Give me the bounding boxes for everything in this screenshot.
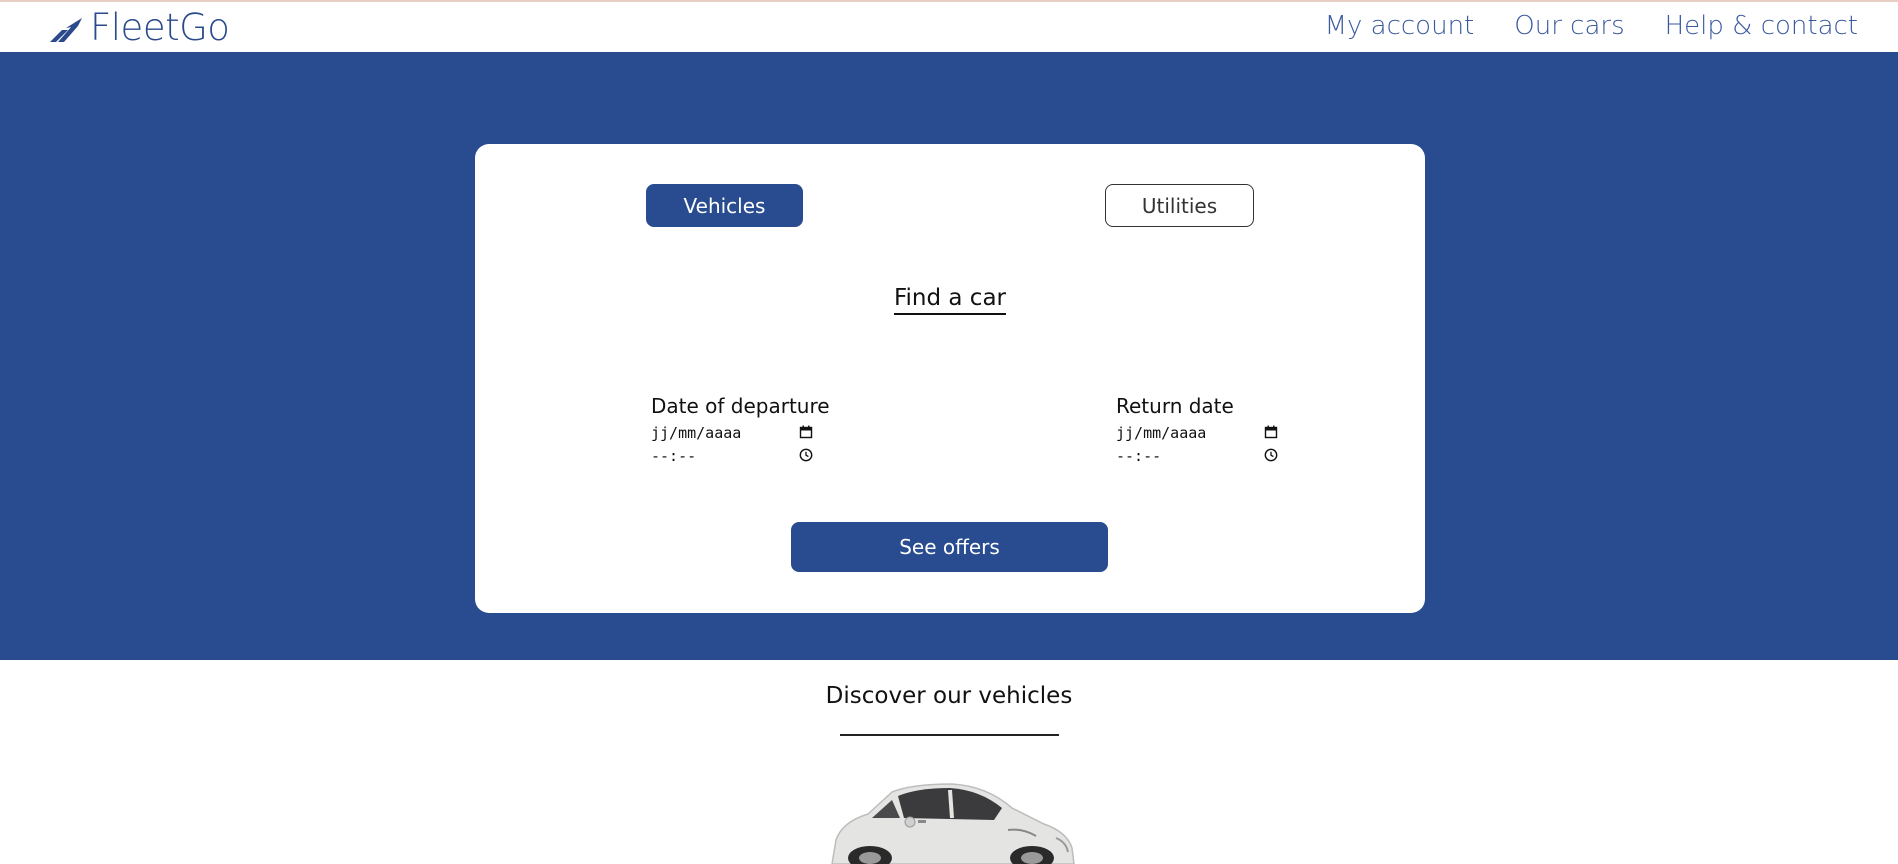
return-field: Return date jj/mm/aaaa --:--	[1116, 394, 1296, 467]
departure-label: Date of departure	[651, 394, 830, 418]
brand-logo[interactable]: FleetGo	[48, 6, 230, 49]
nav-help-contact[interactable]: Help & contact	[1665, 11, 1858, 41]
discover-section: Discover our vehicles	[0, 683, 1898, 709]
main-nav: My account Our cars Help & contact	[1325, 11, 1858, 41]
departure-time-input[interactable]: --:--	[651, 444, 821, 467]
tab-utilities[interactable]: Utilities	[1105, 184, 1254, 227]
tab-vehicles[interactable]: Vehicles	[646, 184, 803, 227]
discover-underline	[840, 734, 1059, 736]
departure-date-input[interactable]: jj/mm/aaaa	[651, 421, 821, 444]
clock-icon[interactable]	[1264, 448, 1278, 462]
site-header: FleetGo My account Our cars Help & conta…	[0, 2, 1898, 52]
discover-heading: Discover our vehicles	[825, 683, 1073, 709]
return-time-input[interactable]: --:--	[1116, 444, 1286, 467]
return-date-placeholder: jj/mm/aaaa	[1116, 423, 1207, 442]
brand-name: FleetGo	[90, 6, 230, 49]
logo-road-icon	[50, 17, 82, 42]
calendar-icon[interactable]	[1264, 425, 1278, 439]
car-image[interactable]	[822, 778, 1078, 864]
departure-date-placeholder: jj/mm/aaaa	[651, 423, 742, 442]
nav-our-cars[interactable]: Our cars	[1514, 11, 1624, 41]
see-offers-button[interactable]: See offers	[791, 522, 1108, 572]
calendar-icon[interactable]	[799, 425, 813, 439]
return-label: Return date	[1116, 394, 1234, 418]
clock-icon[interactable]	[799, 448, 813, 462]
departure-time-placeholder: --:--	[651, 446, 697, 465]
find-car-heading-wrap: Find a car	[475, 285, 1425, 315]
hero-section: Vehicles Utilities Find a car Date of de…	[0, 52, 1898, 660]
departure-field: Date of departure jj/mm/aaaa --:--	[651, 394, 831, 467]
return-time-placeholder: --:--	[1116, 446, 1162, 465]
return-date-input[interactable]: jj/mm/aaaa	[1116, 421, 1286, 444]
nav-my-account[interactable]: My account	[1325, 11, 1475, 41]
find-car-heading: Find a car	[893, 285, 1007, 315]
search-card: Vehicles Utilities Find a car Date of de…	[475, 144, 1425, 613]
